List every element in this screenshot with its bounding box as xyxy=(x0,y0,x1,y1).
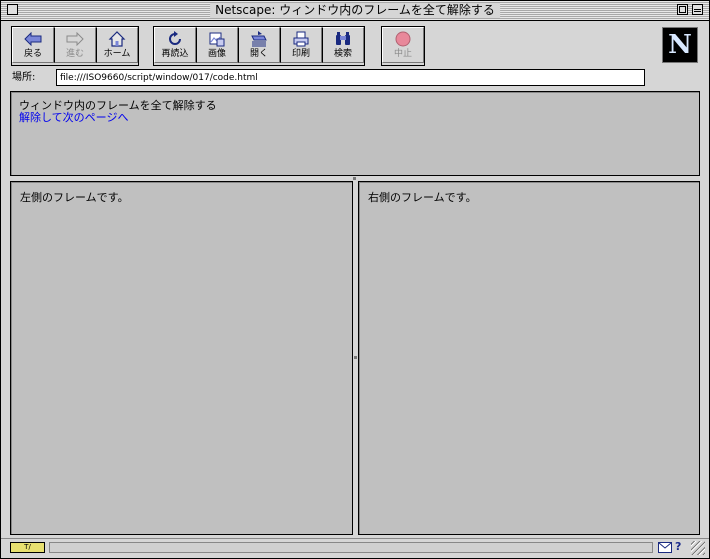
back-arrow-icon xyxy=(24,30,42,48)
left-frame: 左側のフレームです。 xyxy=(10,181,353,535)
stop-icon xyxy=(394,30,412,48)
location-label: 場所: xyxy=(12,72,36,83)
find-label: 検索 xyxy=(333,49,352,59)
binoculars-icon xyxy=(334,30,352,48)
images-button[interactable]: 画像 xyxy=(196,27,238,63)
mail-icon[interactable] xyxy=(658,542,672,553)
top-frame: ウィンドウ内のフレームを全て解除する 解除して次のページへ xyxy=(10,91,700,176)
open-icon xyxy=(250,30,268,48)
find-button[interactable]: 検索 xyxy=(322,27,364,63)
security-label: T/ xyxy=(24,543,31,551)
reload-icon xyxy=(166,30,184,48)
url-input[interactable] xyxy=(56,69,645,86)
reload-button[interactable]: 再読込 xyxy=(154,27,196,63)
resize-grip[interactable] xyxy=(691,541,705,555)
frame-divider-handle[interactable] xyxy=(353,177,356,180)
netscape-logo[interactable]: N xyxy=(662,27,698,63)
zoom-box[interactable] xyxy=(677,4,688,15)
images-label: 画像 xyxy=(207,49,226,59)
title-bar[interactable]: Netscape: ウィンドウ内のフレームを全て解除する xyxy=(1,1,709,21)
home-button[interactable]: ホーム xyxy=(96,27,138,63)
next-page-link[interactable]: 解除して次のページへ xyxy=(19,112,128,124)
location-bar: 場所: xyxy=(1,67,709,89)
page-button-group: 再読込 画像 開く 印刷 検索 xyxy=(153,26,365,66)
right-frame-text: 右側のフレームです。 xyxy=(368,191,477,204)
back-label: 戻る xyxy=(23,49,42,59)
back-button[interactable]: 戻る xyxy=(12,27,54,63)
forward-label: 進む xyxy=(65,49,84,59)
house-icon xyxy=(108,30,126,48)
logo-letter: N xyxy=(668,30,692,60)
printer-icon xyxy=(292,30,310,48)
stop-button-group: 中止 xyxy=(381,26,425,66)
window-title: Netscape: ウィンドウ内のフレームを全て解除する xyxy=(210,3,500,18)
open-label: 開く xyxy=(249,49,268,59)
status-message-area xyxy=(49,542,653,553)
right-frame: 右側のフレームです。 xyxy=(358,181,700,535)
open-button[interactable]: 開く xyxy=(238,27,280,63)
forward-button[interactable]: 進む xyxy=(54,27,96,63)
collapse-box[interactable] xyxy=(692,4,703,15)
forward-arrow-icon xyxy=(66,30,84,48)
navigation-toolbar: 戻る 進む ホーム 再読込 画像 開く 印刷 検索 中止 N xyxy=(1,21,709,67)
left-frame-text: 左側のフレームです。 xyxy=(20,191,129,204)
print-label: 印刷 xyxy=(291,49,310,59)
print-button[interactable]: 印刷 xyxy=(280,27,322,63)
close-box[interactable] xyxy=(7,4,18,15)
reload-label: 再読込 xyxy=(161,49,189,59)
stop-label: 中止 xyxy=(393,49,412,59)
status-bar: T/ ? xyxy=(1,538,709,559)
security-icon[interactable]: T/ xyxy=(10,542,45,553)
vertical-divider-handle[interactable] xyxy=(354,356,357,359)
help-icon[interactable]: ? xyxy=(675,540,681,553)
images-icon xyxy=(208,30,226,48)
home-label: ホーム xyxy=(103,49,131,59)
nav-button-group: 戻る 進む ホーム xyxy=(11,26,139,66)
browser-window: Netscape: ウィンドウ内のフレームを全て解除する 戻る 進む ホーム 再… xyxy=(0,0,710,559)
stop-button[interactable]: 中止 xyxy=(382,27,424,63)
